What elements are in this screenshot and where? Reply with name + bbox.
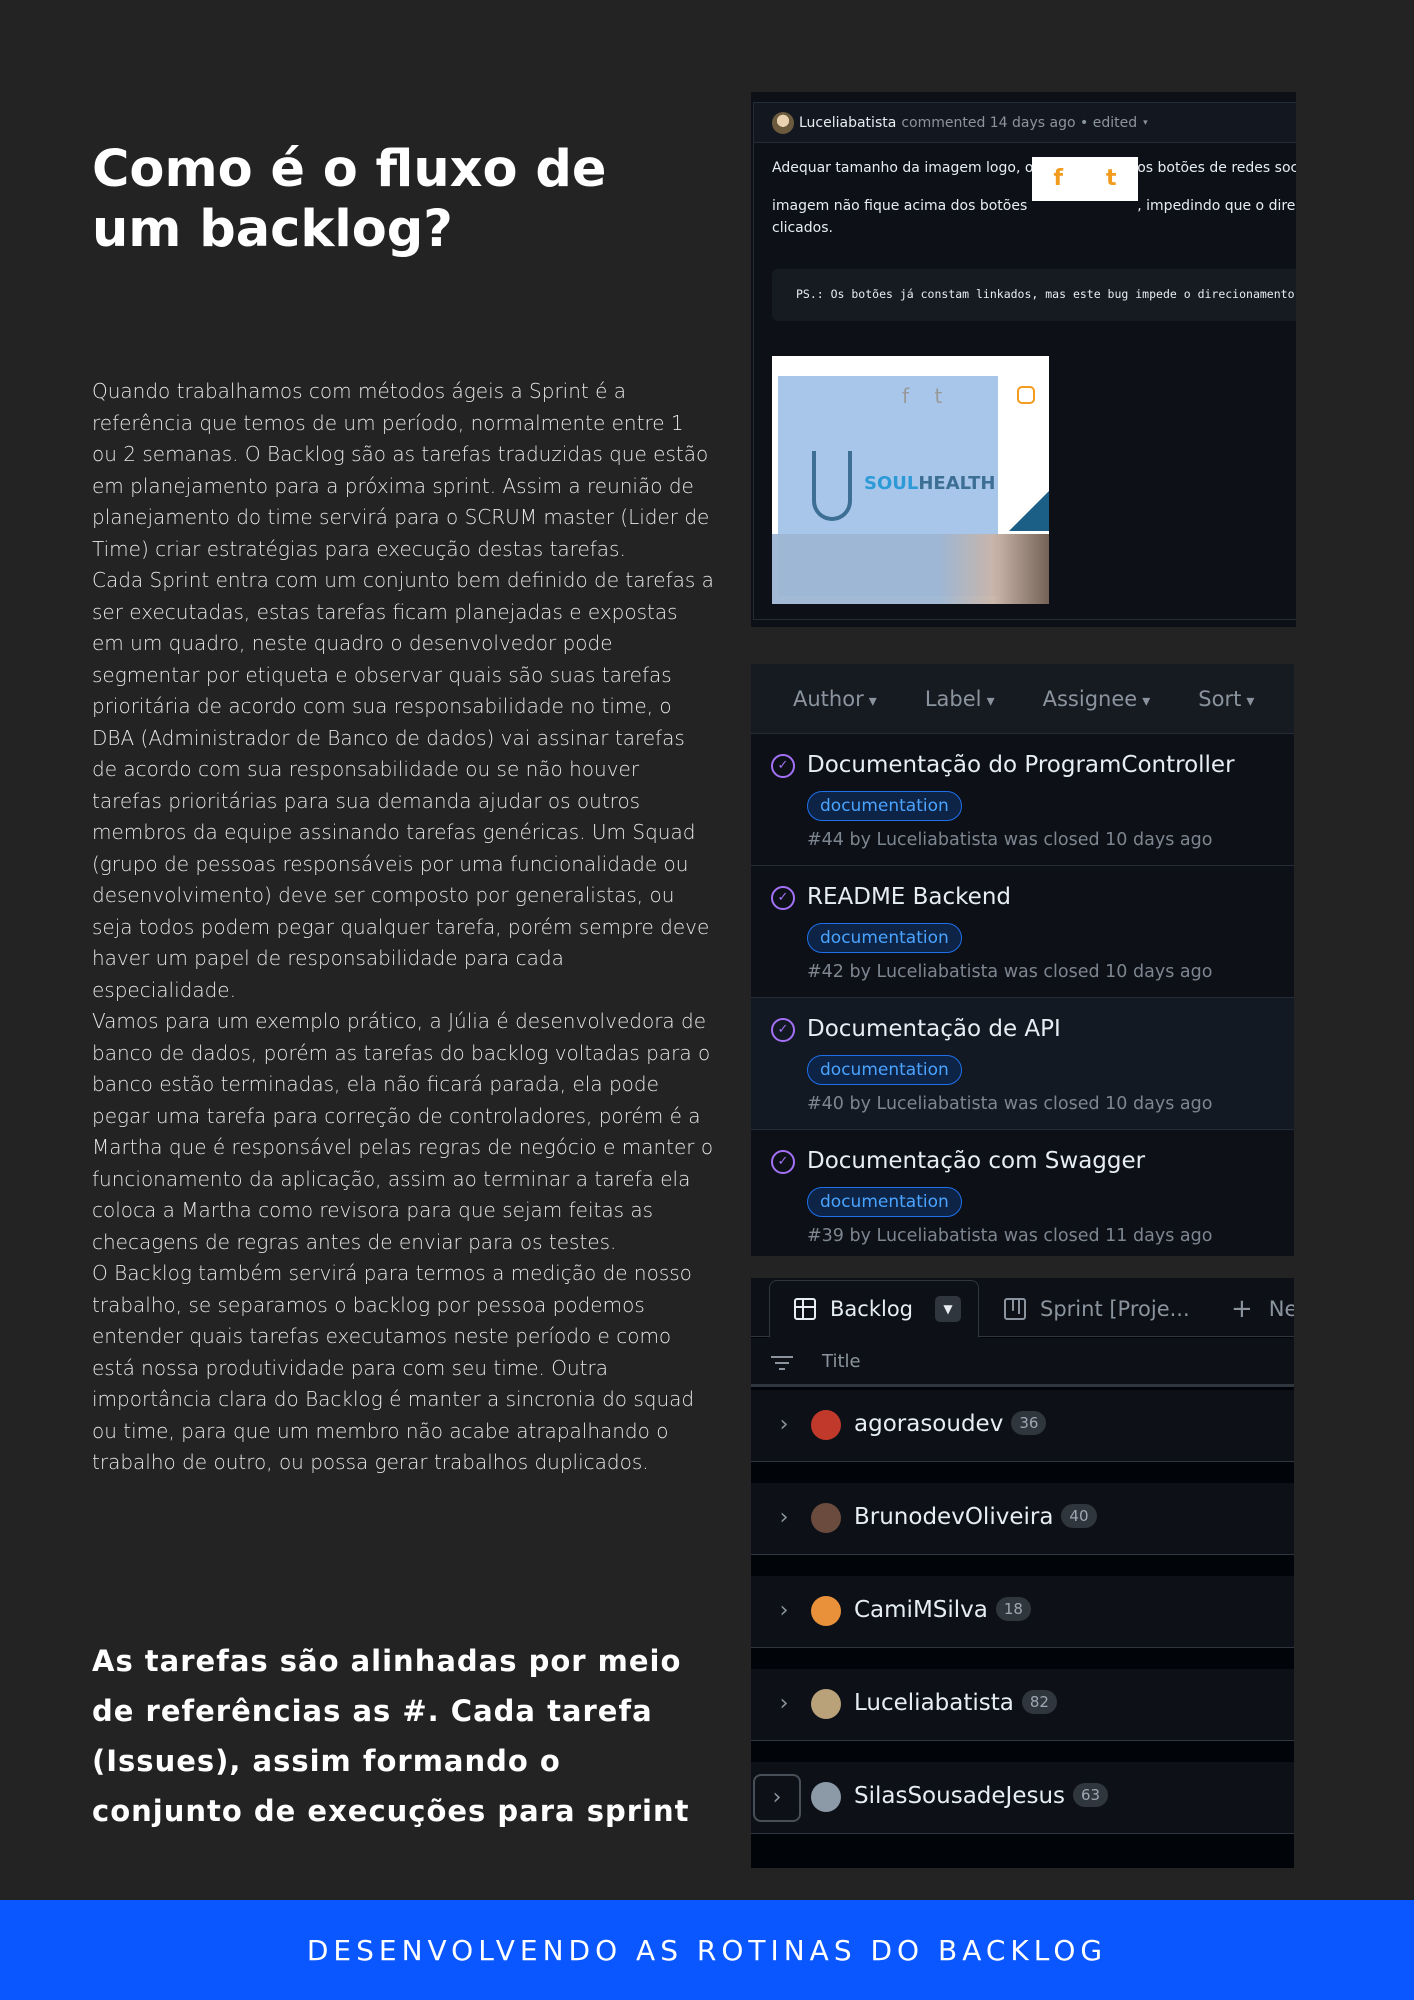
group-name: CamiMSilva 18	[854, 1597, 1031, 1623]
closed-issue-icon: ✓	[771, 1150, 795, 1174]
chevron-right-icon[interactable]: ›	[769, 1503, 799, 1533]
photo-strip	[772, 534, 1049, 604]
column-header: Title	[751, 1338, 1294, 1387]
footer-banner: DESENVOLVENDO AS ROTINAS DO BACKLOG	[0, 1900, 1414, 2000]
issue-meta: #42 by Luceliabatista was closed 10 days…	[807, 962, 1213, 982]
issue-meta: #40 by Luceliabatista was closed 10 days…	[807, 1094, 1213, 1114]
comment-text: imagem não fique acima dos botões	[772, 198, 1028, 214]
group-name: Luceliabatista 82	[854, 1690, 1057, 1716]
social-buttons-image: f t	[1032, 157, 1138, 201]
caret-down-icon[interactable]: ▾	[1143, 118, 1148, 128]
issue-filters: Author Label Assignee Sort	[751, 664, 1294, 734]
paragraph: Quando trabalhamos com métodos ágeis a S…	[92, 379, 710, 561]
comment-box: Luceliabatista commented 14 days ago • e…	[753, 102, 1296, 620]
label-badge[interactable]: documentation	[807, 1055, 962, 1085]
comment-body: Adequar tamanho da imagem logo, ou repos…	[754, 143, 1296, 239]
chevron-right-icon[interactable]: ›	[753, 1774, 801, 1822]
issue-row[interactable]: ✓ Documentação de API documentation #40 …	[751, 998, 1294, 1130]
issue-title[interactable]: Documentação de API	[807, 1016, 1061, 1042]
filter-label[interactable]: Label	[925, 687, 995, 711]
label-badge[interactable]: documentation	[807, 791, 962, 821]
label-badge[interactable]: documentation	[807, 923, 962, 953]
group-name: SilasSousadeJesus 63	[854, 1783, 1109, 1809]
decorative-triangle	[1009, 491, 1049, 531]
count-badge: 36	[1011, 1411, 1047, 1435]
chevron-right-icon[interactable]: ›	[769, 1596, 799, 1626]
count-badge: 82	[1021, 1690, 1057, 1714]
avatar	[811, 1689, 841, 1719]
closed-issue-icon: ✓	[771, 1018, 795, 1042]
paragraph: O Backlog também servirá para termos a m…	[92, 1261, 695, 1474]
footer-text: DESENVOLVENDO AS ROTINAS DO BACKLOG	[306, 1933, 1108, 1967]
comment-text: , impedindo que o direcionamento	[1137, 198, 1296, 214]
filter-assignee[interactable]: Assignee	[1043, 687, 1151, 711]
filter-author[interactable]: Author	[793, 687, 877, 711]
comment-author[interactable]: Luceliabatista	[799, 115, 896, 131]
issue-meta: #39 by Luceliabatista was closed 11 days…	[807, 1226, 1213, 1246]
avatar	[811, 1782, 841, 1812]
filter-icon[interactable]	[771, 1356, 793, 1370]
group-row[interactable]: › SilasSousadeJesus 63	[751, 1762, 1294, 1834]
new-view-button[interactable]: + Ne	[1231, 1280, 1294, 1338]
tab-backlog[interactable]: Backlog ▼	[769, 1280, 979, 1338]
group-name: agorasoudev 36	[854, 1411, 1047, 1437]
closed-issue-icon: ✓	[771, 886, 795, 910]
comment-meta[interactable]: commented 14 days ago • edited	[901, 115, 1137, 131]
group-row[interactable]: › CamiMSilva 18	[751, 1576, 1294, 1648]
twitter-icon: t	[1105, 166, 1117, 191]
count-badge: 63	[1073, 1783, 1109, 1807]
social-icons: f t	[902, 384, 943, 408]
highlight-text: As tarefas são alinhadas por meio de ref…	[92, 1644, 690, 1828]
tab-label: Ne	[1268, 1297, 1294, 1321]
tab-label: Sprint [Proje...	[1040, 1297, 1190, 1321]
comment-header: Luceliabatista commented 14 days ago • e…	[754, 103, 1296, 143]
paragraph: Vamos para um exemplo prático, a Júlia é…	[92, 1009, 714, 1254]
plus-icon: +	[1231, 1294, 1253, 1324]
body-text: Quando trabalhamos com métodos ágeis a S…	[92, 376, 714, 1479]
avatar	[811, 1596, 841, 1626]
board-icon	[1004, 1298, 1026, 1320]
closed-issue-icon: ✓	[771, 754, 795, 778]
group-row[interactable]: › Luceliabatista 82	[751, 1669, 1294, 1741]
tab-sprint[interactable]: Sprint [Proje...	[1004, 1280, 1190, 1338]
avatar[interactable]	[772, 111, 794, 134]
issue-title[interactable]: Documentação com Swagger	[807, 1148, 1145, 1174]
issue-title[interactable]: Documentação do ProgramController	[807, 752, 1235, 778]
code-block: PS.: Os botões já constam linkados, mas …	[772, 269, 1296, 321]
avatar	[811, 1410, 841, 1440]
view-tabs: Backlog ▼ Sprint [Proje... + Ne	[751, 1278, 1294, 1338]
logo: SOULHEALTH	[864, 473, 996, 494]
filter-sort[interactable]: Sort	[1198, 687, 1254, 711]
column-title[interactable]: Title	[822, 1351, 861, 1372]
comment-line: imagem não fique acima dos botões , imped…	[772, 157, 1296, 217]
chevron-down-icon[interactable]: ▼	[935, 1296, 961, 1322]
issue-row[interactable]: ✓ Documentação com Swagger documentation…	[751, 1130, 1294, 1256]
avatar	[811, 1503, 841, 1533]
issue-row[interactable]: ✓ Documentação do ProgramController docu…	[751, 734, 1294, 866]
group-row[interactable]: › agorasoudev 36	[751, 1390, 1294, 1462]
page-title: Como é o fluxo de um backlog?	[92, 140, 607, 259]
chevron-right-icon[interactable]: ›	[769, 1689, 799, 1719]
count-badge: 18	[995, 1597, 1031, 1621]
instagram-icon	[1017, 386, 1035, 404]
issue-title[interactable]: README Backend	[807, 884, 1011, 910]
facebook-icon: f	[1053, 166, 1064, 191]
paragraph: Cada Sprint entra com um conjunto bem de…	[92, 568, 714, 1002]
issue-meta: #44 by Luceliabatista was closed 10 days…	[807, 830, 1213, 850]
comment-screenshot: Luceliabatista commented 14 days ago • e…	[751, 92, 1296, 627]
label-badge[interactable]: documentation	[807, 1187, 962, 1217]
image-preview[interactable]: f t SOULHEALTH	[772, 356, 1049, 604]
issues-screenshot: Author Label Assignee Sort ✓ Documentaçã…	[751, 664, 1294, 1256]
chevron-right-icon[interactable]: ›	[769, 1410, 799, 1440]
comment-line: clicados.	[772, 220, 833, 236]
group-row[interactable]: › BrunodevOliveira 40	[751, 1483, 1294, 1555]
group-name: BrunodevOliveira 40	[854, 1504, 1097, 1530]
tab-label: Backlog	[830, 1297, 913, 1321]
stethoscope-icon	[812, 451, 852, 521]
table-icon	[794, 1298, 816, 1320]
project-screenshot: Backlog ▼ Sprint [Proje... + Ne Title › …	[751, 1278, 1294, 1868]
issue-row[interactable]: ✓ README Backend documentation #42 by Lu…	[751, 866, 1294, 998]
count-badge: 40	[1061, 1504, 1097, 1528]
